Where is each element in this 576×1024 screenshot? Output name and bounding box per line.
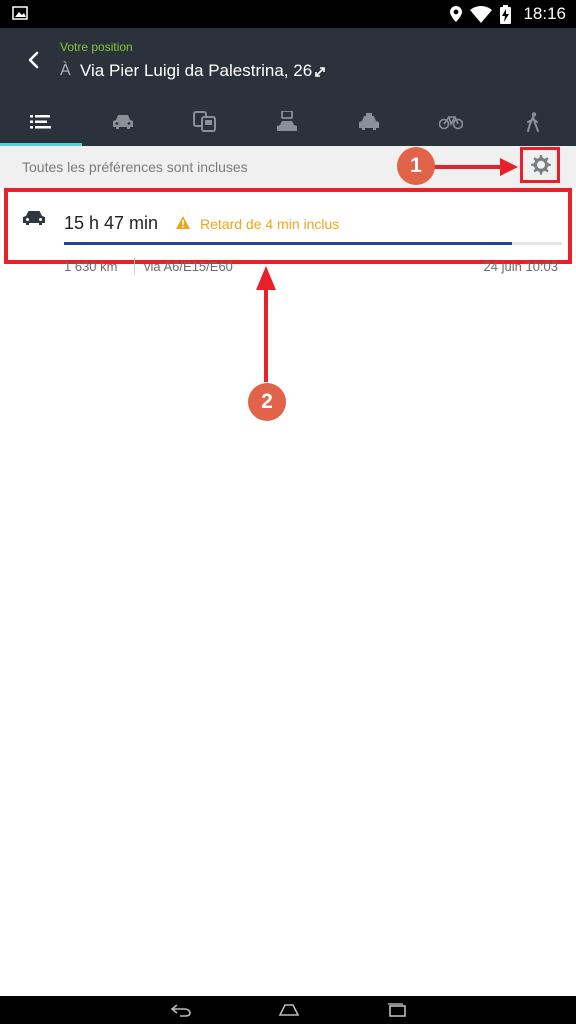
origin-label[interactable]: Votre position <box>60 40 133 54</box>
bicycle-icon <box>439 116 463 130</box>
tab-car[interactable] <box>82 98 164 146</box>
car-icon <box>113 115 133 129</box>
home-icon <box>278 1004 300 1016</box>
nav-home-button[interactable] <box>274 1001 304 1019</box>
system-nav-bar <box>0 996 576 1024</box>
tab-bicycle[interactable] <box>410 98 492 146</box>
route-distance: 1 630 km <box>64 259 118 274</box>
status-bar: 18:16 <box>0 0 576 28</box>
annotation-arrowhead-2 <box>256 266 276 290</box>
status-time: 18:16 <box>523 4 566 23</box>
recents-icon <box>388 1003 406 1017</box>
route-duration: 15 h 47 min <box>64 213 159 233</box>
route-via: via A6/E15/E60 <box>144 259 233 274</box>
list-icon <box>30 115 51 129</box>
route-option[interactable]: 15 h 47 min Retard de 4 min inclus 1 630… <box>4 188 572 274</box>
back-icon <box>170 1004 191 1017</box>
route-header: Votre position À Via Pier Luigi da Pales… <box>0 28 576 98</box>
location-icon <box>450 6 463 22</box>
tab-walk[interactable] <box>492 98 574 146</box>
gear-icon <box>531 155 551 175</box>
preferences-bar: Toutes les préférences sont incluses <box>0 146 576 188</box>
divider <box>134 258 135 274</box>
car-icon <box>23 211 45 225</box>
battery-charging-icon <box>500 4 512 24</box>
public-transport-icon <box>193 111 216 132</box>
nav-recents-button[interactable] <box>382 1001 412 1019</box>
settings-button[interactable] <box>520 147 560 183</box>
tab-taxi[interactable] <box>328 98 410 146</box>
destination-prefix: À <box>60 62 71 79</box>
preferences-text: Toutes les préférences sont incluses <box>22 159 248 175</box>
tab-all-routes[interactable] <box>0 98 82 146</box>
back-arrow-icon[interactable] <box>20 46 48 74</box>
image-icon <box>12 6 28 20</box>
tab-public-transport[interactable] <box>164 98 246 146</box>
wifi-icon <box>470 5 493 23</box>
annotation-badge-2: 2 <box>248 383 286 421</box>
car-and-train-icon <box>277 111 297 131</box>
walk-icon <box>527 112 539 132</box>
route-delay: Retard de 4 min inclus <box>200 216 340 232</box>
taxi-icon <box>359 113 379 130</box>
annotation-badge-1: 1 <box>397 147 435 185</box>
transport-tabs <box>0 98 576 146</box>
tab-car-and-train[interactable] <box>246 98 328 146</box>
swap-expand-icon[interactable] <box>314 66 326 78</box>
warning-icon <box>176 216 190 229</box>
nav-back-button[interactable] <box>166 1001 196 1019</box>
destination-address[interactable]: Via Pier Luigi da Palestrina, 26 <box>80 61 312 81</box>
route-progress-fill <box>64 242 513 245</box>
route-arrival: 24 juin 10:03 <box>483 259 558 274</box>
route-progress-bar <box>64 242 562 245</box>
